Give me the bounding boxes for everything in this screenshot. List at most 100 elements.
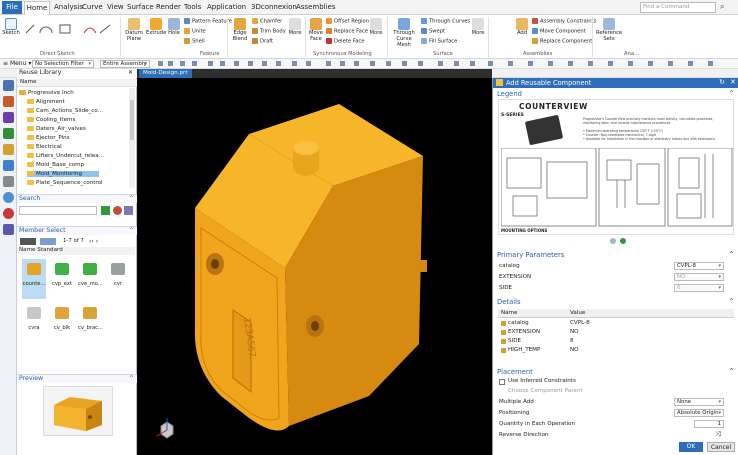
table-row[interactable]: HIGH_TEMP NO <box>498 346 734 355</box>
close-icon[interactable]: ✕ <box>730 78 736 86</box>
filter-icon[interactable] <box>40 238 56 245</box>
view-mode-icon[interactable] <box>20 238 36 245</box>
molded-part-model[interactable]: 123A567 <box>194 104 427 431</box>
page-nav-icon[interactable]: ›› › <box>89 238 98 245</box>
member-item[interactable]: cve_mo... <box>78 259 103 299</box>
multiple-add-dropdown[interactable]: None <box>674 398 724 406</box>
reset-icon[interactable]: ↻ <box>719 78 725 86</box>
edge-blend-button[interactable]: Edge Blend <box>231 18 249 43</box>
collapse-icon[interactable]: ^ <box>729 298 734 305</box>
unite-button[interactable]: Unite <box>184 28 206 35</box>
member-item[interactable]: cvra <box>22 303 46 343</box>
extension-dropdown[interactable]: NO <box>674 273 724 281</box>
tab-analysis[interactable]: Analysis <box>54 3 83 11</box>
draft-button[interactable]: Draft <box>252 38 273 45</box>
system-scenes-icon[interactable] <box>3 224 14 235</box>
tab-render[interactable]: Render <box>156 3 181 11</box>
tab-curve[interactable]: Curve <box>82 3 103 11</box>
positioning-dropdown[interactable]: Absolute Origin <box>674 409 724 417</box>
search-icon[interactable]: ⌕ <box>720 2 724 12</box>
chamfer-button[interactable]: Chamfer <box>252 18 282 25</box>
snap-tools-strip[interactable] <box>158 61 728 67</box>
side-dropdown[interactable]: 6 <box>674 284 724 292</box>
reverse-direction-icon[interactable]: ⤨ <box>715 430 721 439</box>
through-curve-mesh-button[interactable]: Through Curve Mesh <box>389 18 419 49</box>
search-input[interactable] <box>19 206 97 215</box>
member-item[interactable]: cv_blk <box>50 303 74 343</box>
sketch-button[interactable]: Sketch <box>2 18 20 37</box>
member-item[interactable]: cvp_ext <box>50 259 74 299</box>
next-page-icon[interactable] <box>620 238 626 244</box>
tab-assemblies[interactable]: Assemblies <box>296 3 336 11</box>
assembly-constraints-button[interactable]: Assembly Constraints <box>532 18 596 25</box>
more-feature-button[interactable]: More <box>287 18 303 37</box>
move-face-button[interactable]: Move Face <box>307 18 325 43</box>
collapse-icon[interactable]: ^ <box>729 251 734 258</box>
trim-body-button[interactable]: Trim Body <box>252 28 286 35</box>
choose-parent-label[interactable]: Choose Component Parent <box>508 388 583 394</box>
table-row[interactable]: EXTENSION NO <box>498 328 734 337</box>
catalog-dropdown[interactable]: CVPL-8 <box>674 262 724 270</box>
clear-search-icon[interactable] <box>113 206 122 215</box>
go-search-icon[interactable] <box>101 206 110 215</box>
process-studio-icon[interactable] <box>3 192 14 203</box>
move-component-button[interactable]: Move Component <box>532 28 586 35</box>
placement-header[interactable]: Placement <box>497 368 533 376</box>
reference-sets-button[interactable]: Reference Sets <box>596 18 622 43</box>
replace-component-button[interactable]: Replace Component <box>532 38 592 45</box>
fill-surface-button[interactable]: Fill Surface <box>421 38 457 45</box>
offset-region-button[interactable]: Offset Region <box>326 18 369 25</box>
quantity-input[interactable]: 1 <box>694 420 724 428</box>
collapse-icon[interactable]: ^ <box>129 375 134 382</box>
more-surface-button[interactable]: More <box>470 18 486 37</box>
details-header[interactable]: Details <box>497 298 521 306</box>
roles-icon[interactable] <box>3 208 14 219</box>
tree-item[interactable]: Alignment <box>27 99 65 105</box>
assembly-scope-dropdown[interactable]: Entire Assembly <box>100 60 150 68</box>
history-icon[interactable] <box>3 176 14 187</box>
menu-button[interactable]: ≡ Menu ▾ <box>3 60 31 67</box>
collapse-icon[interactable]: ^ <box>129 195 134 202</box>
primary-params-header[interactable]: Primary Parameters <box>497 251 564 259</box>
hd3d-tools-icon[interactable] <box>3 144 14 155</box>
shell-button[interactable]: Shell <box>184 38 205 45</box>
tree-item[interactable]: Daters_Air_valves <box>27 126 86 132</box>
member-select-header[interactable]: Member Select ^ <box>17 226 137 235</box>
through-curves-button[interactable]: Through Curves <box>421 18 470 25</box>
hole-button[interactable]: Hole <box>166 18 182 37</box>
delete-face-button[interactable]: Delete Face <box>326 38 364 45</box>
command-search-input[interactable]: Find a Command <box>640 2 716 13</box>
legend-header[interactable]: Legend <box>497 90 522 98</box>
table-row[interactable]: catalog CVPL-8 <box>498 319 734 328</box>
collapse-icon[interactable]: ^ <box>729 90 734 97</box>
prev-page-icon[interactable] <box>610 238 616 244</box>
tree-item[interactable]: Cooling_Items <box>27 117 75 123</box>
tree-item[interactable]: Ejector_Pins <box>27 135 70 141</box>
tab-mold-design[interactable]: Mold-Design.prt <box>139 69 192 78</box>
selection-filter-dropdown[interactable]: No Selection Filter <box>32 60 94 68</box>
table-row[interactable]: SIDE 8 <box>498 337 734 346</box>
tree-item[interactable]: Mold_Base_comp <box>27 162 84 168</box>
advanced-search-icon[interactable] <box>124 206 133 215</box>
tab-application[interactable]: Application <box>207 3 246 11</box>
extrude-button[interactable]: Extrude <box>146 18 166 37</box>
tree-item[interactable]: Cam_Actions_Slide_co... <box>27 108 103 114</box>
collapse-icon[interactable]: ^ <box>129 227 134 234</box>
use-inferred-checkbox[interactable] <box>499 379 505 385</box>
cancel-button[interactable]: Cancel <box>707 442 735 452</box>
member-item-selected[interactable]: counte... <box>22 259 46 299</box>
member-item[interactable]: cv_brac... <box>78 303 103 343</box>
preview-header[interactable]: Preview ^ <box>17 374 137 383</box>
member-item[interactable]: cvr <box>106 259 130 299</box>
tree-item[interactable]: Progressive Inch <box>19 90 74 96</box>
tree-item[interactable]: Electrical <box>27 144 62 150</box>
part-navigator-icon[interactable] <box>3 80 14 91</box>
ok-button[interactable]: OK <box>679 442 703 452</box>
sketch-curve-tools[interactable] <box>24 21 114 37</box>
search-section-header[interactable]: Search ^ <box>17 194 137 203</box>
close-icon[interactable]: ✕ <box>128 69 133 76</box>
tree-item-selected[interactable]: Mold_Monitoring <box>27 171 99 177</box>
tab-view[interactable]: View <box>107 3 124 11</box>
tab-surface[interactable]: Surface <box>127 3 154 11</box>
swept-button[interactable]: Swept <box>421 28 445 35</box>
